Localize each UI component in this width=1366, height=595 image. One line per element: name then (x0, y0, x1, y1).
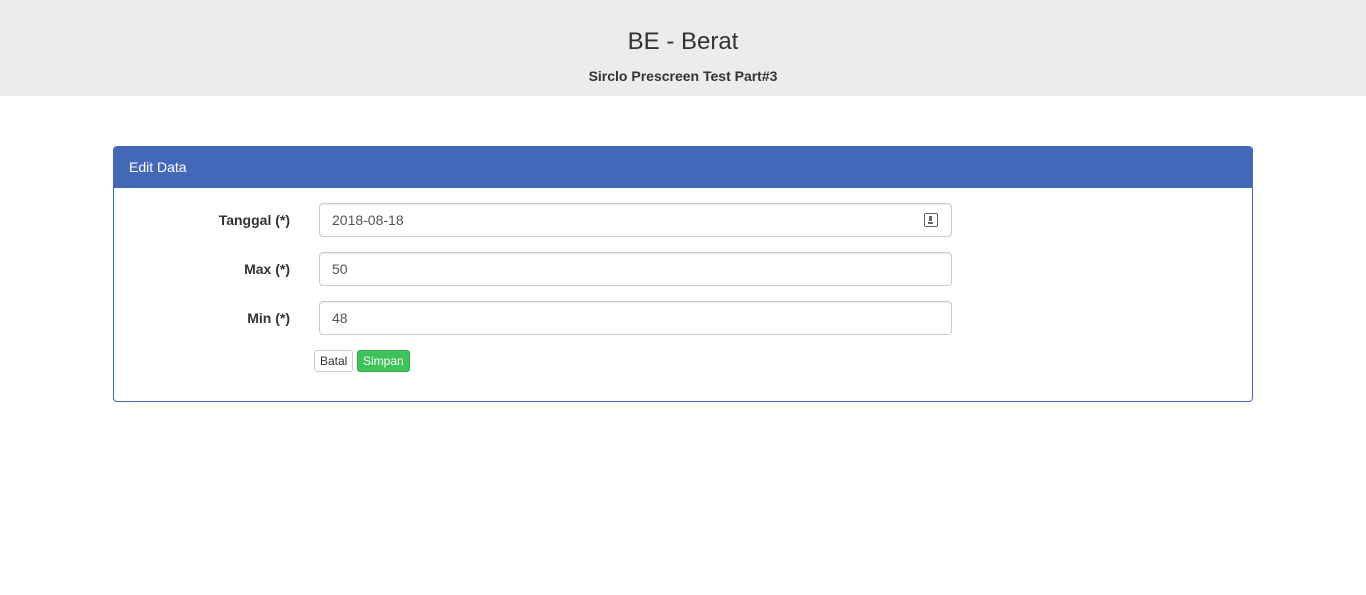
tanggal-label: Tanggal (*) (218, 212, 290, 228)
panel-heading: Edit Data (114, 147, 1252, 188)
page-subtitle: Sirclo Prescreen Test Part#3 (588, 68, 778, 84)
page-header: BE - Berat Sirclo Prescreen Test Part#3 (0, 0, 1366, 96)
edit-data-panel: Edit Data Tanggal (*) Max (*) Min (*) Ba… (113, 146, 1253, 402)
max-input[interactable] (319, 252, 952, 286)
min-input[interactable] (319, 301, 952, 335)
min-label: Min (*) (247, 310, 290, 326)
page-title: BE - Berat (627, 28, 739, 55)
calendar-icon[interactable] (924, 213, 938, 227)
tanggal-date-input[interactable] (319, 203, 952, 237)
cancel-button[interactable]: Batal (314, 350, 354, 372)
max-label: Max (*) (244, 261, 290, 277)
save-button[interactable]: Simpan (357, 350, 410, 372)
